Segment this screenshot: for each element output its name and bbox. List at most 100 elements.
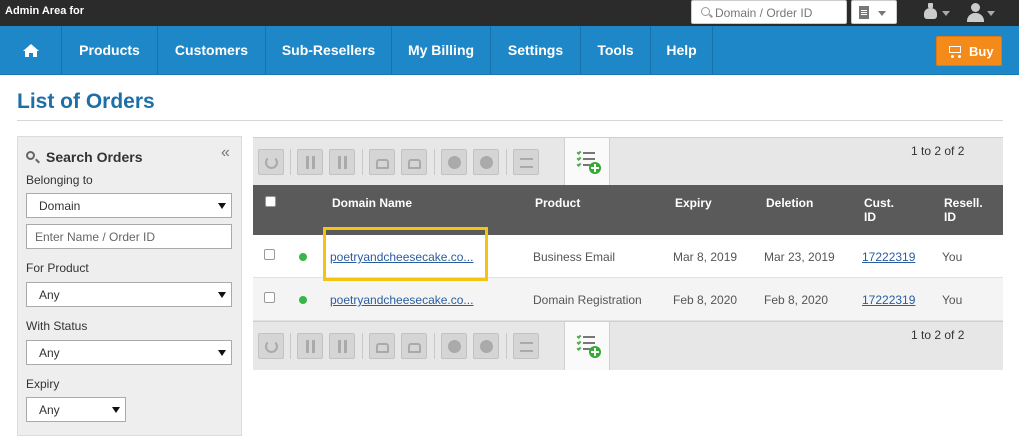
nav-settings[interactable]: Settings (491, 26, 581, 75)
orders-toolbar-bottom: 1 to 2 of 2 (253, 321, 1003, 370)
remove-theft-protect-button[interactable] (473, 333, 499, 359)
renew-button[interactable] (258, 333, 284, 359)
for-product-select[interactable]: Any (26, 282, 232, 307)
edit-button[interactable] (513, 333, 539, 359)
theft-protect-button[interactable] (441, 333, 467, 359)
admin-area-title: Admin Area for (5, 5, 85, 17)
domain-search-input[interactable] (715, 4, 843, 21)
document-icon (859, 6, 869, 19)
domain-link[interactable]: poetryandcheesecake.co... (330, 250, 473, 264)
search-orders-panel: Search Orders « Belonging to Domain For … (17, 136, 242, 436)
chevron-down-icon (218, 292, 226, 298)
buy-button[interactable]: Buy (936, 36, 1002, 66)
renew-button[interactable] (258, 149, 284, 175)
deletion-cell: Feb 8, 2020 (764, 293, 829, 307)
unsuspend-button[interactable] (329, 333, 355, 359)
user-menu-button[interactable] (966, 2, 996, 24)
nav-home[interactable] (0, 26, 62, 75)
select-all-checkbox[interactable] (265, 196, 276, 207)
col-product[interactable]: Product (535, 196, 580, 210)
chevron-down-icon (878, 11, 886, 16)
pause-icon (306, 340, 315, 353)
pagination-info-bottom: 1 to 2 of 2 (911, 328, 965, 342)
col-domain-name[interactable]: Domain Name (332, 196, 412, 210)
deletion-cell: Mar 23, 2019 (764, 250, 835, 264)
expiry-cell: Mar 8, 2019 (673, 250, 738, 264)
unsuspend-button[interactable] (329, 149, 355, 175)
lock-button[interactable] (369, 333, 395, 359)
domain-link[interactable]: poetryandcheesecake.co... (330, 293, 473, 307)
unlock-button[interactable] (401, 149, 427, 175)
lock-button[interactable] (369, 149, 395, 175)
unlock-button[interactable] (401, 333, 427, 359)
theft-protect-button[interactable] (441, 149, 467, 175)
row-checkbox[interactable] (264, 292, 275, 303)
suspend-button[interactable] (297, 333, 323, 359)
plus-icon (589, 346, 601, 358)
search-icon (701, 7, 710, 16)
nav-products[interactable]: Products (62, 26, 158, 75)
suspend-button[interactable] (297, 149, 323, 175)
shield-arrow-icon (480, 340, 493, 353)
main-nav: Products Customers Sub-Resellers My Bill… (0, 26, 1019, 75)
chevron-down-icon (218, 203, 226, 209)
refresh-icon (265, 156, 278, 169)
cust-id-link[interactable]: 17222319 (862, 250, 915, 264)
pause-icon (306, 156, 315, 169)
for-product-label: For Product (26, 261, 89, 275)
col-expiry[interactable]: Expiry (675, 196, 712, 210)
with-status-select[interactable]: Any (26, 340, 232, 365)
orders-table-header: Domain Name Product Expiry Deletion Cust… (253, 185, 1003, 235)
collapse-panel-icon[interactable]: « (221, 144, 230, 162)
domain-search-box[interactable] (691, 0, 847, 24)
chevron-down-icon (112, 407, 120, 413)
col-deletion[interactable]: Deletion (766, 196, 813, 210)
page-title: List of Orders (17, 90, 155, 113)
edit-icon (520, 158, 533, 168)
nav-sub-resellers[interactable]: Sub-Resellers (266, 26, 392, 75)
edit-icon (520, 342, 533, 352)
nav-my-billing[interactable]: My Billing (392, 26, 491, 75)
unpause-icon (338, 340, 347, 353)
nav-tools[interactable]: Tools (581, 26, 651, 75)
admin-topbar: Admin Area for (0, 0, 1019, 26)
expiry-label: Expiry (26, 377, 60, 391)
belonging-to-select[interactable]: Domain (26, 193, 232, 218)
resell-id-cell: You (942, 250, 963, 264)
chevron-down-icon (218, 350, 226, 356)
shield-icon (448, 156, 461, 169)
name-order-id-input[interactable] (26, 224, 232, 249)
unlock-icon (408, 159, 421, 169)
remove-theft-protect-button[interactable] (473, 149, 499, 175)
shield-arrow-icon (480, 156, 493, 169)
nav-help[interactable]: Help (651, 26, 713, 75)
add-order-button[interactable] (564, 138, 610, 186)
document-menu-button[interactable] (851, 0, 897, 24)
orders-toolbar-top: 1 to 2 of 2 (253, 137, 1003, 186)
col-cust-id[interactable]: Cust. ID (864, 196, 894, 224)
status-active-icon (299, 296, 307, 304)
pagination-info-top: 1 to 2 of 2 (911, 144, 965, 158)
money-menu-button[interactable] (922, 3, 952, 23)
edit-button[interactable] (513, 149, 539, 175)
table-row: poetryandcheesecake.co... Business Email… (253, 235, 1003, 278)
row-checkbox[interactable] (264, 249, 275, 260)
unpause-icon (338, 156, 347, 169)
lock-icon (376, 343, 389, 353)
product-cell: Business Email (533, 250, 616, 264)
table-row: poetryandcheesecake.co... Domain Registr… (253, 278, 1003, 321)
home-icon (23, 44, 39, 57)
buy-label: Buy (969, 44, 994, 59)
status-active-icon (299, 253, 307, 261)
chevron-down-icon (942, 11, 950, 16)
with-status-label: With Status (26, 319, 88, 333)
belonging-to-label: Belonging to (26, 173, 93, 187)
user-icon (971, 3, 980, 12)
chevron-down-icon (987, 11, 995, 16)
cust-id-link[interactable]: 17222319 (862, 293, 915, 307)
nav-customers[interactable]: Customers (158, 26, 266, 75)
add-order-button[interactable] (564, 322, 610, 370)
col-resell-id[interactable]: Resell. ID (944, 196, 983, 224)
expiry-select[interactable]: Any (26, 397, 126, 422)
refresh-icon (265, 340, 278, 353)
